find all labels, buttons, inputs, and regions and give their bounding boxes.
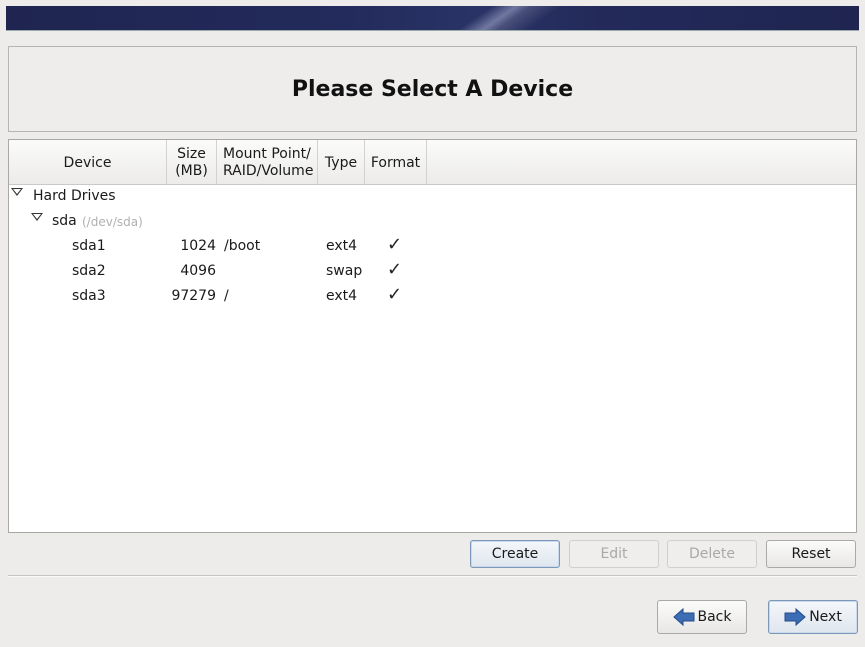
back-label: Back: [697, 609, 732, 625]
back-arrow-icon: [672, 608, 694, 626]
column-device[interactable]: Device: [9, 140, 167, 184]
next-button[interactable]: Next: [768, 600, 858, 634]
partition-type: ext4: [326, 238, 358, 254]
next-arrow-icon: [784, 608, 806, 626]
delete-button[interactable]: Delete: [667, 540, 757, 568]
partition-device: sda3: [72, 288, 106, 304]
column-format[interactable]: Format: [365, 140, 427, 184]
column-filler: [427, 140, 856, 184]
format-check-icon[interactable]: ✓: [387, 259, 402, 280]
partition-size: 4096: [180, 263, 216, 279]
divider: [8, 575, 857, 577]
format-check-icon[interactable]: ✓: [387, 234, 402, 255]
disk-name: sda: [52, 213, 77, 229]
column-mount-label: Mount Point/ RAID/Volume: [223, 146, 314, 179]
page-title: Please Select A Device: [291, 76, 574, 102]
tree-header: Device Size (MB) Mount Point/ RAID/Volum…: [9, 140, 856, 185]
expander-triangle-icon[interactable]: [31, 213, 43, 221]
group-label: Hard Drives: [33, 188, 116, 204]
partition-type: ext4: [326, 288, 358, 304]
partition-mount: /boot: [224, 238, 261, 254]
column-format-label: Format: [370, 154, 421, 171]
reset-button[interactable]: Reset: [766, 540, 856, 568]
tree-row-hard-drives[interactable]: Hard Drives: [9, 184, 856, 209]
column-size-label: Size (MB): [175, 146, 208, 179]
header-banner: [6, 6, 859, 31]
partition-device: sda2: [72, 263, 106, 279]
column-size[interactable]: Size (MB): [167, 140, 217, 184]
edit-button[interactable]: Edit: [569, 540, 659, 568]
partition-type: swap: [326, 263, 363, 279]
column-mount-point[interactable]: Mount Point/ RAID/Volume: [217, 140, 318, 184]
device-tree[interactable]: Device Size (MB) Mount Point/ RAID/Volum…: [8, 139, 857, 533]
column-type-label: Type: [324, 154, 358, 171]
table-row[interactable]: sda2 4096 swap ✓: [9, 259, 856, 284]
expander-triangle-icon[interactable]: [11, 188, 23, 196]
partition-mount: /: [224, 288, 229, 304]
table-row[interactable]: sda3 97279 / ext4 ✓: [9, 284, 856, 309]
partition-size: 97279: [171, 288, 216, 304]
title-panel: Please Select A Device: [8, 46, 857, 132]
partition-device: sda1: [72, 238, 106, 254]
disk-path: (/dev/sda): [82, 215, 143, 229]
column-type[interactable]: Type: [318, 140, 365, 184]
format-check-icon[interactable]: ✓: [387, 284, 402, 305]
column-device-label: Device: [63, 154, 112, 171]
tree-row-disk[interactable]: sda (/dev/sda): [9, 209, 856, 234]
table-row[interactable]: sda1 1024 /boot ext4 ✓: [9, 234, 856, 259]
back-button[interactable]: Back: [657, 600, 747, 634]
partition-size: 1024: [180, 238, 216, 254]
next-label: Next: [809, 609, 842, 625]
create-button[interactable]: Create: [470, 540, 560, 568]
